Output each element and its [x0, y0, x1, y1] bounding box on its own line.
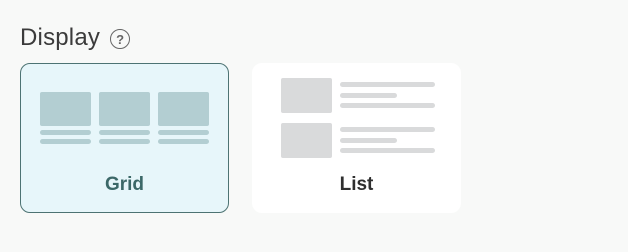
display-section-header: Display ? [20, 24, 131, 52]
section-title: Display [20, 24, 101, 51]
grid-preview-line [40, 130, 91, 135]
grid-option-label: Grid [104, 174, 145, 195]
grid-preview-line [158, 130, 209, 135]
grid-preview-block [40, 92, 91, 126]
list-preview-line [340, 138, 397, 143]
help-icon[interactable]: ? [110, 29, 131, 49]
list-preview-line [340, 127, 435, 132]
list-option-label: List [339, 174, 374, 195]
grid-preview-block [99, 92, 150, 126]
grid-preview-line [99, 139, 150, 144]
list-preview-line [340, 103, 435, 108]
list-preview-thumbnail [281, 78, 332, 113]
list-preview-line [340, 82, 435, 87]
list-preview-thumbnail [281, 123, 332, 158]
display-option-grid[interactable]: Grid [20, 63, 229, 213]
list-preview-line [340, 93, 397, 98]
grid-preview-line [158, 139, 209, 144]
display-option-list[interactable]: List [252, 63, 461, 213]
grid-preview-block [158, 92, 209, 126]
grid-preview-line [40, 139, 91, 144]
grid-preview-line [99, 130, 150, 135]
list-preview-line [340, 148, 435, 153]
